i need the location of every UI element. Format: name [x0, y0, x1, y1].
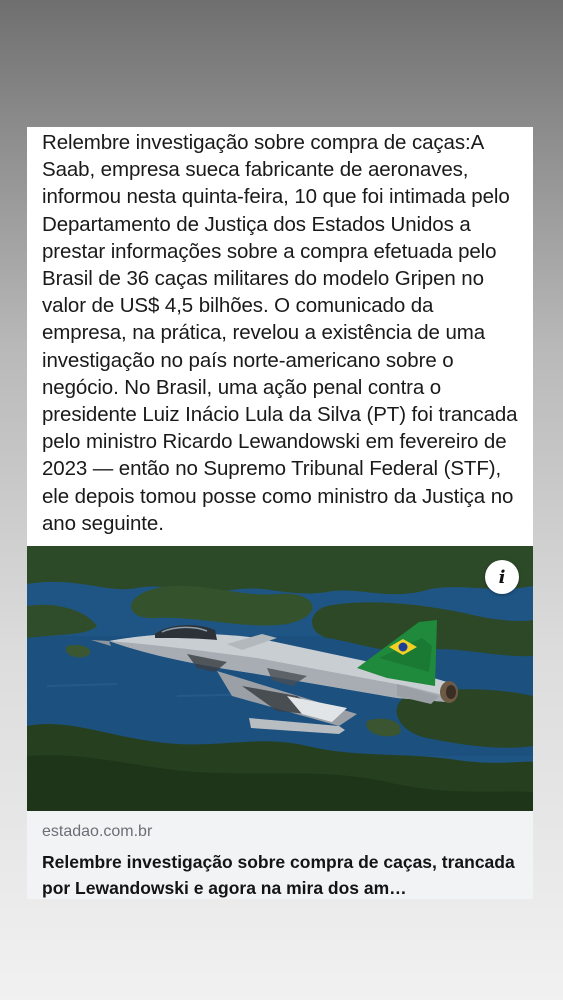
link-preview[interactable]: estadao.com.br Relembre investigação sob…	[27, 811, 533, 899]
info-button[interactable]: i	[485, 560, 519, 594]
gripen-jet-image	[27, 546, 533, 811]
story-card: Relembre investigação sobre compra de ca…	[27, 127, 533, 899]
link-domain: estadao.com.br	[42, 823, 153, 840]
info-icon: i	[498, 566, 506, 588]
link-headline: Relembre investigação sobre compra de ca…	[42, 852, 515, 898]
article-photo[interactable]: i	[27, 546, 533, 811]
post-caption: Relembre investigação sobre compra de ca…	[42, 131, 518, 535]
